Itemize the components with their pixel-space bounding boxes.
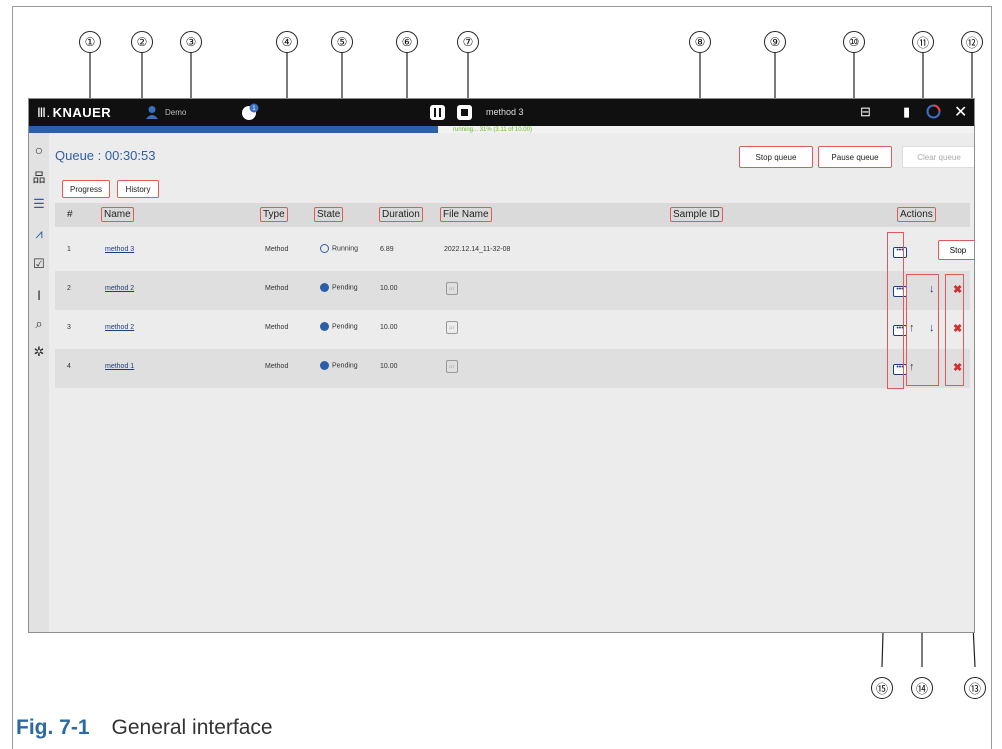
info-icon <box>320 361 329 370</box>
app-screen: Ⅲ. KNAUER Demo 1 method 3 ⊟ ▮ ✕ running..… <box>28 98 975 633</box>
running-method-name: method 3 <box>486 107 524 117</box>
pause-run-button[interactable] <box>430 105 445 120</box>
col-actions-header: Actions <box>897 207 936 222</box>
callout-13: ⑬ <box>964 677 986 699</box>
row-index: 3 <box>67 324 71 331</box>
top-bar: Ⅲ. KNAUER Demo 1 method 3 ⊟ ▮ ✕ <box>29 99 974 126</box>
callout-4: ④ <box>276 31 298 53</box>
reorder-column-highlight <box>906 274 939 386</box>
table-row[interactable]: 4 method 1 Method Pending 10.00 DT ••• ↑… <box>55 349 970 388</box>
notification-bell-icon[interactable]: 1 <box>241 103 259 121</box>
col-state-header[interactable]: State <box>314 207 344 222</box>
table-row[interactable]: 3 method 2 Method Pending 10.00 DT ••• ↑… <box>55 310 970 349</box>
row-filename: 2022.12.14_11-32-08 <box>444 246 511 253</box>
row-state: Pending <box>320 361 358 370</box>
callout-1: ① <box>79 31 101 53</box>
row-duration: 10.00 <box>380 324 398 331</box>
pause-queue-button[interactable]: Pause queue <box>818 146 892 168</box>
sidebar-hierarchy-icon[interactable]: 品 <box>32 171 46 185</box>
user-icon[interactable] <box>145 105 159 119</box>
sidebar-search-icon[interactable]: ⌕ <box>32 317 46 331</box>
options-column-highlight <box>887 232 904 389</box>
sidebar-queue-icon[interactable]: ☰ <box>32 197 46 211</box>
col-filename-header[interactable]: File Name <box>440 207 492 222</box>
page-title: Queue : 00:30:53 <box>55 148 156 163</box>
col-duration-header[interactable]: Duration <box>379 207 423 222</box>
sidebar-circle-icon[interactable]: ○ <box>32 143 46 157</box>
col-sampleid-header[interactable]: Sample ID <box>670 207 723 222</box>
row-index: 2 <box>67 285 71 292</box>
tab-history[interactable]: History <box>117 180 159 198</box>
table-header <box>55 203 970 227</box>
row-name-link[interactable]: method 2 <box>105 324 134 331</box>
row-type: Method <box>265 324 289 331</box>
row-duration: 10.00 <box>380 285 398 292</box>
figure-title: General interface <box>111 716 273 739</box>
callout-3: ③ <box>180 31 202 53</box>
table-row[interactable]: 1 method 3 Method Running 6.89 2022.12.1… <box>55 232 974 271</box>
running-icon <box>320 244 329 253</box>
run-progress-fill <box>421 126 438 133</box>
stop-method-button[interactable]: Stop <box>938 240 974 260</box>
row-name-link[interactable]: method 1 <box>105 363 134 370</box>
callout-11: ⑪ <box>912 31 934 53</box>
row-index: 4 <box>67 363 71 370</box>
callout-2: ② <box>131 31 153 53</box>
col-type-header[interactable]: Type <box>260 207 288 222</box>
screen-icon[interactable]: ⊟ <box>860 104 871 120</box>
callout-9: ⑨ <box>764 31 786 53</box>
sidebar-ruler-icon[interactable]: Ⅰ <box>32 289 46 303</box>
row-type: Method <box>265 363 289 370</box>
header-accent-bar <box>29 126 421 133</box>
sidebar-settings-icon[interactable]: ✲ <box>32 345 46 359</box>
run-status-text: running... 31% (3.11 of 10.00) <box>453 127 532 133</box>
callout-6: ⑥ <box>396 31 418 53</box>
file-icon: DT <box>446 360 458 373</box>
figure-number: Fig. 7-1 <box>16 716 90 739</box>
device-icon[interactable]: ▮ <box>903 104 910 120</box>
callout-14: ⑭ <box>911 677 933 699</box>
callout-5: ⑤ <box>331 31 353 53</box>
row-state: Pending <box>320 322 358 331</box>
stop-queue-button[interactable]: Stop queue <box>739 146 813 168</box>
file-icon: DT <box>446 321 458 334</box>
figure-caption: Fig. 7-1 General interface <box>16 716 273 740</box>
row-state: Pending <box>320 283 358 292</box>
file-icon: DT <box>446 282 458 295</box>
close-icon[interactable]: ✕ <box>954 102 967 122</box>
info-icon <box>320 322 329 331</box>
callout-10: ⑩ <box>843 31 865 53</box>
row-index: 1 <box>67 246 71 253</box>
tab-progress[interactable]: Progress <box>62 180 110 198</box>
clear-queue-button[interactable]: Clear queue <box>902 146 974 168</box>
sidebar-check-icon[interactable]: ☑ <box>32 257 46 271</box>
callout-8: ⑧ <box>689 31 711 53</box>
col-index-header: # <box>67 209 73 220</box>
row-duration: 6.89 <box>380 246 394 253</box>
status-gauge-icon[interactable] <box>926 104 941 119</box>
knauer-logo: Ⅲ. KNAUER <box>37 105 112 120</box>
row-name-link[interactable]: method 3 <box>105 246 134 253</box>
row-duration: 10.00 <box>380 363 398 370</box>
callout-15: ⑮ <box>871 677 893 699</box>
row-name-link[interactable]: method 2 <box>105 285 134 292</box>
callout-12: ⑫ <box>961 31 983 53</box>
row-state: Running <box>320 244 358 253</box>
username-label: Demo <box>165 108 187 117</box>
delete-column-highlight <box>945 274 964 386</box>
callout-7: ⑦ <box>457 31 479 53</box>
col-name-header[interactable]: Name <box>101 207 134 222</box>
sidebar-chart-icon[interactable]: ⩘ <box>32 227 46 241</box>
sidebar: ○ 品 ☰ ⩘ ☑ Ⅰ ⌕ ✲ <box>29 133 49 632</box>
table-row[interactable]: 2 method 2 Method Pending 10.00 DT ••• ↓… <box>55 271 970 310</box>
info-icon <box>320 283 329 292</box>
row-type: Method <box>265 285 289 292</box>
row-type: Method <box>265 246 289 253</box>
stop-run-button[interactable] <box>457 105 472 120</box>
